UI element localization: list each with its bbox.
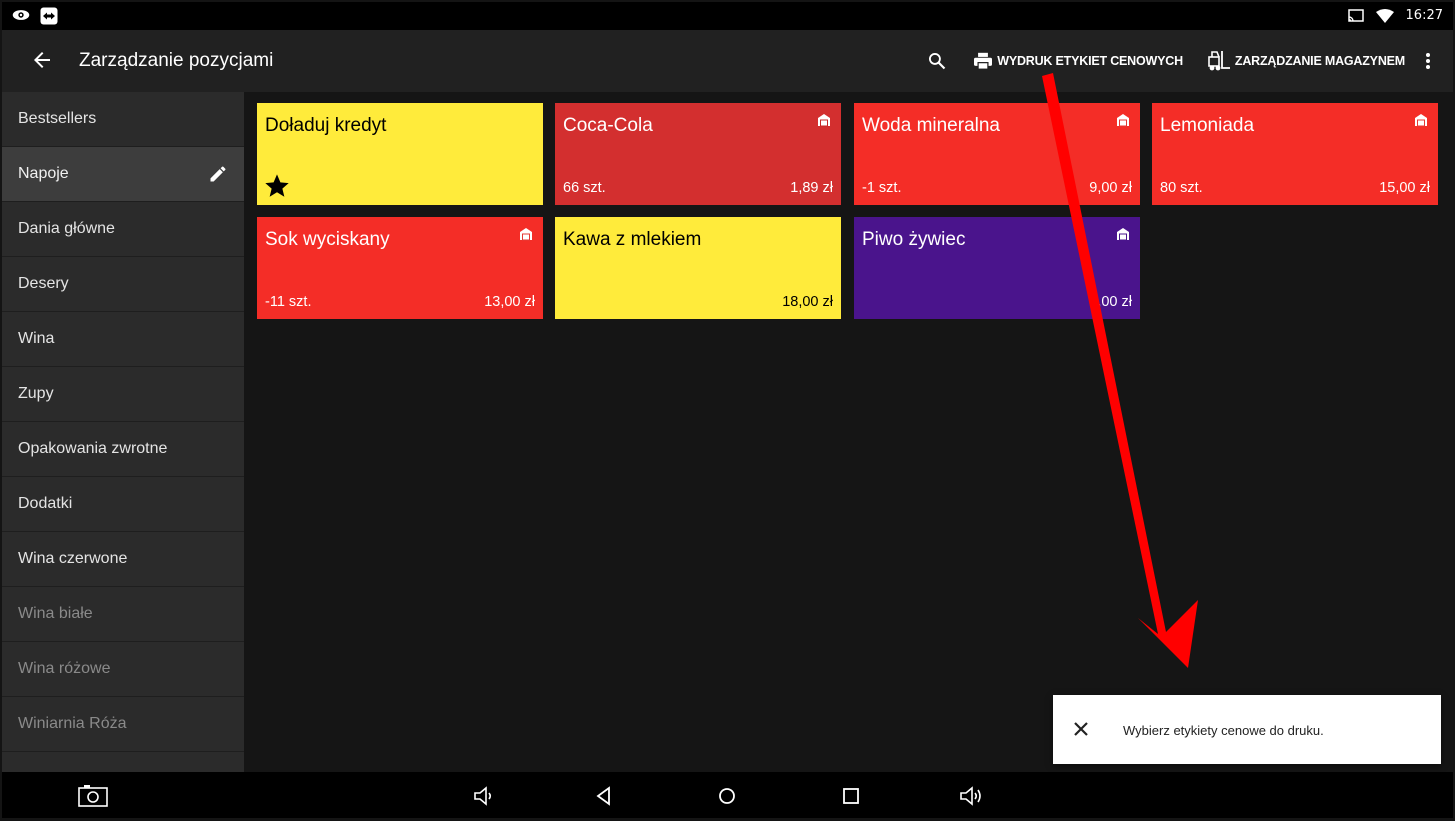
product-price: 9,00 zł <box>1089 180 1132 196</box>
product-name: Piwo żywiec <box>862 229 966 250</box>
product-name: Lemoniada <box>1160 115 1255 136</box>
category-label: Napoje <box>18 165 69 182</box>
category-label: Wina białe <box>18 605 93 622</box>
snackbar-message: Wybierz etykiety cenowe do druku. <box>1123 723 1324 738</box>
edit-pencil-icon[interactable] <box>208 164 228 184</box>
category-item-zupy[interactable]: Zupy <box>2 367 244 422</box>
warehouse-management-button[interactable]: ZARZĄDZANIE MAGAZYNEM <box>1207 50 1405 72</box>
category-item-desery[interactable]: Desery <box>2 257 244 312</box>
category-label: Winiarnia Róża <box>18 715 127 732</box>
volume-up-icon[interactable] <box>959 784 983 808</box>
wifi-icon <box>1375 8 1394 23</box>
product-tile[interactable]: Coca-Cola 66 szt. 1,89 zł <box>555 103 841 205</box>
system-nav-bar <box>2 772 1453 818</box>
product-stock: -1 szt. <box>862 180 902 196</box>
product-price: 13,00 zł <box>484 294 535 310</box>
category-item-wina[interactable]: Wina <box>2 312 244 367</box>
category-label: Wina różowe <box>18 660 111 677</box>
category-item-dania-glowne[interactable]: Dania główne <box>2 202 244 257</box>
category-item-dodatki[interactable]: Dodatki <box>2 477 244 532</box>
warehouse-icon <box>1415 114 1427 127</box>
star-icon <box>265 174 289 197</box>
product-tile[interactable]: Sok wyciskany -11 szt. 13,00 zł <box>257 217 543 319</box>
product-price: 5,00 zł <box>1089 294 1132 310</box>
category-item-napoje[interactable]: Napoje <box>2 147 244 202</box>
product-name: Sok wyciskany <box>265 229 390 250</box>
printer-icon <box>974 52 993 70</box>
category-item-wina-czerwone[interactable]: Wina czerwone <box>2 532 244 587</box>
product-name: Doładuj kredyt <box>265 115 387 136</box>
product-stock: 66 szt. <box>563 180 606 196</box>
category-label: Wina czerwone <box>18 550 128 567</box>
product-tile[interactable]: Piwo żywiec 5,00 zł <box>854 217 1140 319</box>
category-item-bestsellers[interactable]: Bestsellers <box>2 92 244 147</box>
print-price-labels-button[interactable]: WYDRUK ETYKIET CENOWYCH <box>973 52 1183 70</box>
search-icon[interactable] <box>927 51 947 71</box>
eye-icon <box>12 10 30 20</box>
forklift-icon <box>1208 51 1230 71</box>
warehouse-management-label: ZARZĄDZANIE MAGAZYNEM <box>1234 54 1405 68</box>
print-price-labels-label: WYDRUK ETYKIET CENOWYCH <box>997 54 1183 68</box>
category-item-wina-biale[interactable]: Wina białe <box>2 587 244 642</box>
category-item-opakowania-zwrotne[interactable]: Opakowania zwrotne <box>2 422 244 477</box>
product-name: Kawa z mlekiem <box>563 229 702 250</box>
category-item-winiarnia-roza[interactable]: Winiarnia Róża <box>2 697 244 752</box>
status-bar: 16:27 <box>2 2 1453 30</box>
volume-down-icon[interactable] <box>472 784 496 808</box>
product-tile[interactable]: Doładuj kredyt <box>257 103 543 205</box>
product-stock: -11 szt. <box>265 294 312 310</box>
product-price: 1,89 zł <box>790 180 833 196</box>
product-price: 18,00 zł <box>782 294 833 310</box>
category-label: Dania główne <box>18 220 115 237</box>
product-price: 15,00 zł <box>1379 180 1430 196</box>
teamviewer-icon <box>40 7 58 25</box>
category-label: Wina <box>18 330 55 347</box>
warehouse-icon <box>818 114 830 127</box>
snackbar: Wybierz etykiety cenowe do druku. <box>1053 695 1441 764</box>
page-title: Zarządzanie pozycjami <box>79 50 274 71</box>
close-icon[interactable] <box>1071 719 1091 739</box>
app-bar: Zarządzanie pozycjami WYDRUK ETYKIET CEN… <box>2 30 1453 92</box>
warehouse-icon <box>520 228 532 241</box>
warehouse-icon <box>1117 228 1129 241</box>
product-tile[interactable]: Woda mineralna -1 szt. 9,00 zł <box>854 103 1140 205</box>
screenshot-icon[interactable] <box>78 784 108 808</box>
clock-time: 16:27 <box>1405 8 1443 23</box>
category-item-wina-rozowe[interactable]: Wina różowe <box>2 642 244 697</box>
back-triangle-icon[interactable] <box>592 784 616 808</box>
product-stock: 80 szt. <box>1160 180 1203 196</box>
category-label: Dodatki <box>18 495 73 512</box>
home-circle-icon[interactable] <box>715 784 739 808</box>
category-label: Opakowania zwrotne <box>18 440 168 457</box>
product-tile[interactable]: Kawa z mlekiem 18,00 zł <box>555 217 841 319</box>
category-label: Desery <box>18 275 69 292</box>
back-arrow-icon[interactable] <box>30 48 54 72</box>
cast-icon <box>1347 8 1364 22</box>
category-sidebar: Bestsellers Napoje Dania główne Desery W… <box>2 92 244 772</box>
recent-apps-icon[interactable] <box>839 784 863 808</box>
product-tile[interactable]: Lemoniada 80 szt. 15,00 zł <box>1152 103 1438 205</box>
more-vert-icon[interactable] <box>1425 52 1431 70</box>
product-name: Coca-Cola <box>563 115 653 136</box>
category-label: Bestsellers <box>18 110 97 127</box>
product-name: Woda mineralna <box>862 115 1001 136</box>
warehouse-icon <box>1117 114 1129 127</box>
category-label: Zupy <box>18 385 54 402</box>
app-window: 16:27 Zarządzanie pozycjami WYDRUK ETYKI… <box>2 2 1453 818</box>
